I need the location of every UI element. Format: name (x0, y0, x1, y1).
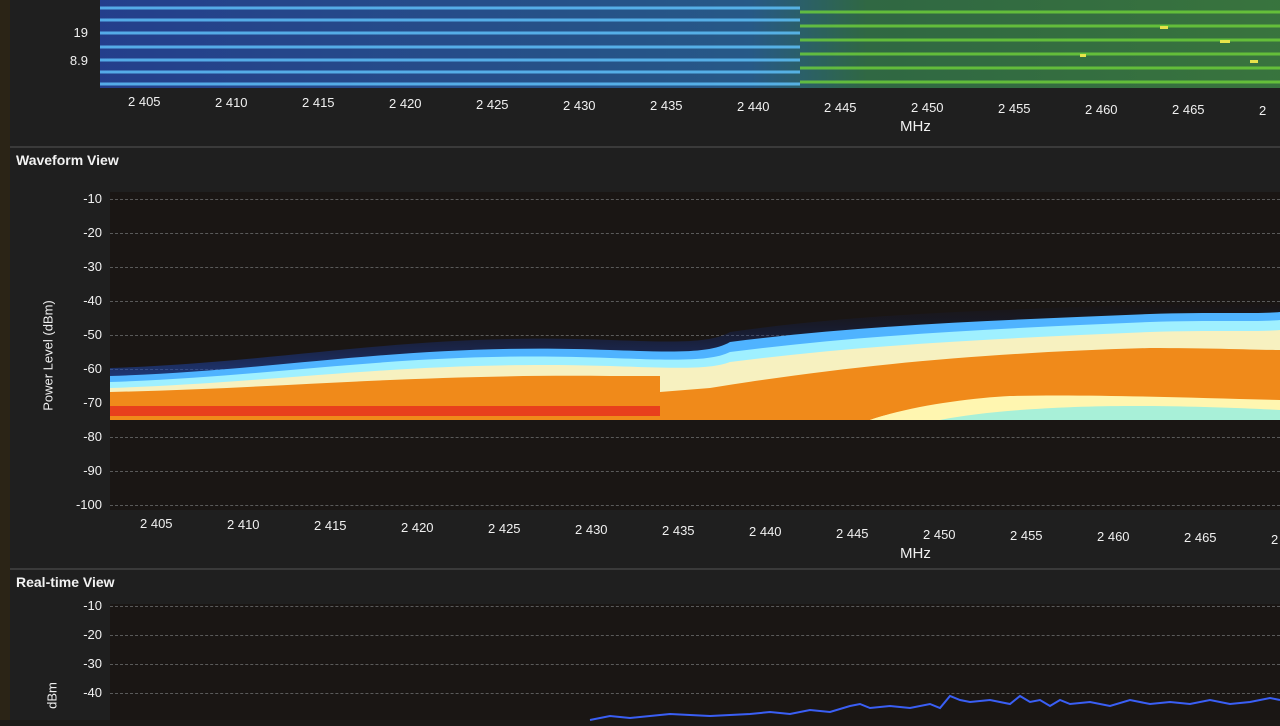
waterfall-stripes (100, 0, 1280, 88)
panel-divider (10, 146, 1280, 148)
waterfall-xtick: 2 (1259, 103, 1267, 119)
waveform-ytick: -60 (83, 361, 102, 376)
waveform-xlabel: MHz (900, 545, 931, 562)
waterfall-xtick: 2 405 (128, 94, 161, 109)
waterfall-xtick: 2 455 (998, 101, 1031, 116)
waveform-ytick: -70 (83, 395, 102, 410)
waterfall-xtick: 2 440 (737, 98, 770, 114)
realtime-trace (589, 694, 1280, 721)
waveform-ytick: -10 (83, 191, 102, 206)
waveform-density (110, 302, 1280, 420)
waveform-xtick: 2 405 (140, 516, 173, 531)
waterfall-xtick: 2 465 (1172, 102, 1205, 118)
waveform-ytick: -30 (83, 259, 102, 274)
waterfall-xtick: 2 410 (215, 94, 248, 110)
waveform-xtick: 2 450 (923, 526, 956, 542)
monitor-bezel (0, 0, 10, 720)
waterfall-xtick: 2 420 (389, 96, 422, 112)
waveform-ytick: -90 (83, 463, 102, 478)
waveform-xtick: 2 430 (575, 522, 608, 537)
waterfall-ytick: 19 (73, 25, 88, 40)
realtime-view-title: Real-time View (16, 574, 115, 590)
waveform-view-title: Waveform View (16, 152, 119, 168)
waveform-xtick: 2 410 (227, 517, 260, 533)
waveform-ytick: -80 (83, 429, 102, 444)
waveform-xtick: 2 455 (1010, 528, 1043, 543)
waterfall-plot (100, 0, 1280, 88)
waterfall-xtick: 2 445 (824, 99, 857, 115)
realtime-ytick: -20 (83, 627, 102, 642)
waveform-xtick: 2 415 (314, 518, 347, 534)
waveform-xtick: 2 (1271, 531, 1279, 547)
waterfall-xtick: 2 425 (476, 96, 509, 112)
waveform-ytick: -50 (83, 327, 102, 342)
waterfall-xtick: 2 415 (302, 95, 335, 111)
waveform-xtick: 2 460 (1097, 529, 1130, 545)
realtime-ytick: -10 (83, 598, 102, 613)
waveform-ytick: -40 (83, 293, 102, 308)
realtime-ytick: -30 (83, 656, 102, 671)
waveform-xtick: 2 465 (1184, 530, 1217, 546)
waveform-xtick: 2 435 (662, 523, 695, 539)
realtime-ytick: -40 (83, 685, 102, 700)
waveform-xtick: 2 425 (488, 520, 521, 536)
waveform-ytick: -100 (75, 497, 102, 512)
realtime-plot (110, 604, 1280, 721)
waveform-xtick: 2 440 (749, 524, 782, 540)
waterfall-xtick: 2 450 (911, 100, 944, 116)
waterfall-ytick: 8.9 (69, 53, 88, 68)
panel-divider (10, 568, 1280, 570)
waveform-xtick: 2 445 (836, 525, 869, 541)
waterfall-xlabel: MHz (900, 118, 931, 135)
waterfall-xtick: 2 460 (1085, 101, 1118, 117)
waveform-plot (110, 192, 1280, 510)
waveform-ytick: -20 (83, 225, 102, 240)
waterfall-xtick: 2 435 (650, 98, 683, 114)
waveform-xtick: 2 420 (401, 519, 434, 535)
waterfall-xtick: 2 430 (563, 97, 596, 113)
